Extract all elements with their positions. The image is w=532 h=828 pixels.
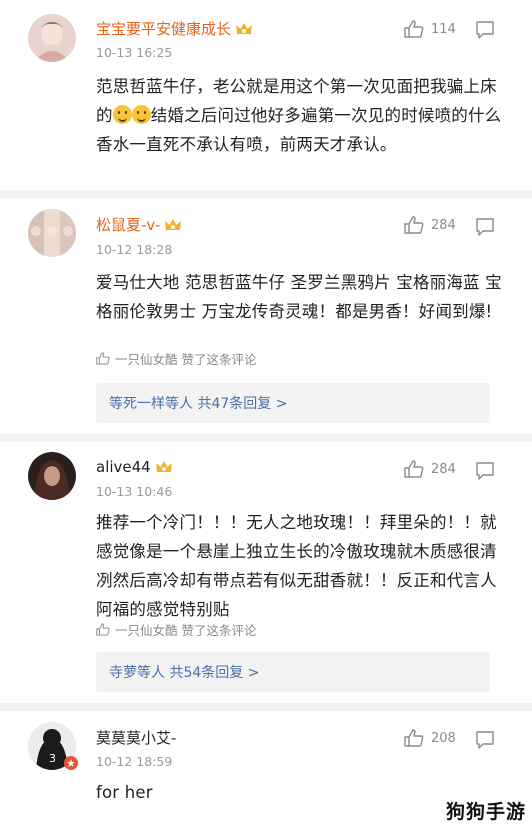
vip-badge-icon: [236, 22, 253, 34]
watermark-logo: 狗狗手游: [445, 801, 526, 823]
fan-badge-icon: [64, 756, 78, 770]
like-button[interactable]: 208: [404, 729, 456, 747]
divider: [0, 190, 532, 198]
svg-text:3: 3: [49, 752, 56, 765]
liked-by-text: 一只仙女酷 赞了这条评论: [115, 623, 257, 638]
like-button[interactable]: 114: [404, 20, 456, 38]
comment-text: for her: [96, 783, 153, 802]
avatar[interactable]: [28, 14, 76, 62]
vip-badge-icon: [155, 461, 172, 472]
liked-by-info: 一只仙女酷 赞了这条评论: [96, 620, 256, 639]
comment-icon[interactable]: [475, 217, 495, 237]
username-text[interactable]: alive44: [96, 458, 151, 476]
divider: [0, 703, 532, 711]
username[interactable]: alive44: [96, 458, 173, 476]
avatar[interactable]: [28, 452, 76, 500]
view-replies-button[interactable]: 等死一样等人 共47条回复 >: [96, 383, 490, 423]
divider: [0, 434, 532, 442]
comment-text: 推荐一个冷门！！！无人之地玫瑰！！拜里朵的！！就感觉像是一个悬崖上独立生长的冷傲…: [96, 513, 497, 619]
username[interactable]: 松鼠夏-v-: [96, 214, 182, 235]
comment-text-part: 结婚之后问过他好多遍第一次见的时候喷的什么香水一直死不承认有喷，前两天才承认。: [96, 106, 502, 154]
thumbs-up-icon: [404, 216, 424, 234]
thumbs-up-icon: [96, 352, 110, 365]
comment-icon[interactable]: [475, 461, 495, 481]
timestamp: 10-13 10:46: [96, 484, 173, 499]
timestamp: 10-12 18:28: [96, 242, 173, 257]
like-count: 208: [431, 730, 456, 746]
smile-emoji-icon: [112, 105, 132, 124]
like-count: 284: [431, 461, 456, 477]
smile-emoji-icon: [131, 105, 151, 124]
username-text[interactable]: 莫莫莫小艾-: [96, 727, 176, 748]
username-text[interactable]: 松鼠夏-v-: [96, 214, 160, 235]
thumbs-up-icon: [96, 623, 110, 636]
comment-icon[interactable]: [475, 730, 495, 750]
comment-text: 爱马仕大地 范思哲蓝牛仔 圣罗兰黑鸦片 宝格丽海蓝 宝格丽伦敦男士 万宝龙传奇灵…: [96, 273, 502, 321]
username[interactable]: 莫莫莫小艾-: [96, 727, 176, 748]
like-count: 114: [431, 21, 456, 37]
thumbs-up-icon: [404, 20, 424, 38]
liked-by-info: 一只仙女酷 赞了这条评论: [96, 349, 256, 368]
like-button[interactable]: 284: [404, 460, 456, 478]
comment-icon[interactable]: [475, 20, 495, 40]
view-replies-button[interactable]: 寺萝等人 共54条回复 >: [96, 652, 490, 692]
timestamp: 10-13 16:25: [96, 45, 173, 60]
username-text[interactable]: 宝宝要平安健康成长: [96, 18, 231, 39]
vip-badge-icon: [165, 218, 182, 230]
liked-by-text: 一只仙女酷 赞了这条评论: [115, 352, 257, 367]
avatar[interactable]: [28, 209, 76, 257]
like-button[interactable]: 284: [404, 216, 456, 234]
comment-text: 范思哲蓝牛仔，老公就是用这个第一次见面把我骗上床的 结婚之后问过他好多遍第一次见的…: [96, 72, 506, 159]
timestamp: 10-12 18:59: [96, 754, 173, 769]
thumbs-up-icon: [404, 460, 424, 478]
like-count: 284: [431, 217, 456, 233]
thumbs-up-icon: [404, 729, 424, 747]
username[interactable]: 宝宝要平安健康成长: [96, 18, 253, 39]
